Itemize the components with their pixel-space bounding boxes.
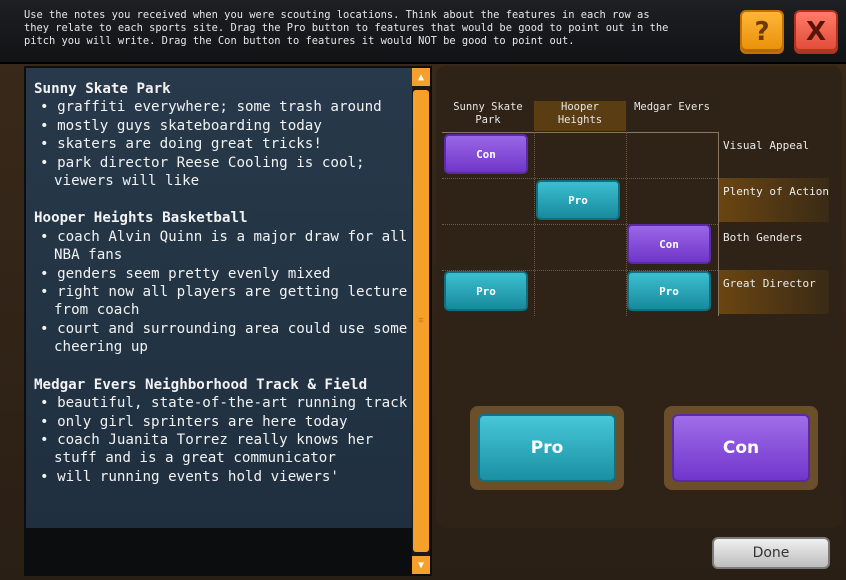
placed-pro-chip[interactable]: Pro [627, 271, 711, 311]
column-header-sunny-skate-park: Sunny Skate Park [453, 101, 523, 126]
con-slot: Con [664, 406, 818, 490]
grid-line [442, 132, 718, 133]
pro-con-board: Sunny Skate Park Hooper Heights Medgar E… [436, 66, 842, 528]
pro-drag-button[interactable]: Pro [478, 414, 616, 482]
notes-scrollbar[interactable]: ▲ ≡ ▼ [412, 68, 430, 574]
note-bullet: • coach Juanita Torrez really knows her … [40, 431, 374, 467]
note-bullet: • skaters are doing great tricks! [40, 136, 322, 153]
done-button[interactable]: Done [712, 537, 830, 569]
note-bullet: • beautiful, state-of-the-art running tr… [40, 395, 408, 412]
question-icon: ? [754, 17, 770, 47]
note-bullet: • coach Alvin Quinn is a major draw for … [40, 228, 408, 264]
placed-pro-chip[interactable]: Pro [536, 180, 620, 220]
placed-pro-chip[interactable]: Pro [444, 271, 528, 311]
row-label-plenty-of-action: Plenty of Action [719, 178, 829, 222]
instructions-text: Use the notes you received when you were… [24, 9, 669, 47]
note-bullet: • park director Reese Cooling is cool; v… [40, 154, 365, 190]
scroll-down-icon[interactable]: ▼ [412, 556, 430, 574]
close-icon: X [805, 17, 827, 47]
row-label-both-genders: Both Genders [723, 231, 803, 244]
scroll-thumb[interactable]: ≡ [413, 90, 429, 552]
row-label-visual-appeal: Visual Appeal [723, 139, 810, 152]
placed-con-chip[interactable]: Con [444, 134, 528, 174]
notes-content[interactable]: Sunny Skate Park • graffiti everywhere; … [26, 68, 412, 528]
instruction-bar: Use the notes you received when you were… [0, 0, 846, 64]
note-bullet: • will running events hold viewers' [40, 468, 339, 485]
scroll-up-icon[interactable]: ▲ [412, 68, 430, 86]
column-header-medgar-evers: Medgar Evers [634, 101, 710, 113]
pro-slot: Pro [470, 406, 624, 490]
row-label-great-director: Great Director [719, 270, 829, 314]
help-button[interactable]: ? [740, 10, 784, 54]
note-bullet: • graffiti everywhere; some trash around [40, 99, 382, 116]
site-title: Medgar Evers Neighborhood Track & Field [34, 376, 368, 393]
site-title: Sunny Skate Park [34, 81, 171, 97]
site-title: Hooper Heights Basketball [34, 210, 248, 227]
note-bullet: • mostly guys skateboarding today [40, 117, 322, 134]
note-bullet: • court and surrounding area could use s… [40, 320, 408, 356]
note-bullet: • only girl sprinters are here today [40, 413, 348, 430]
grid-line [442, 178, 718, 179]
close-button[interactable]: X [794, 10, 838, 54]
column-header-hooper-heights: Hooper Heights [534, 101, 626, 131]
note-bullet: • right now all players are getting lect… [40, 284, 408, 319]
grip-icon: ≡ [418, 316, 424, 326]
notes-panel: Sunny Skate Park • graffiti everywhere; … [24, 66, 432, 576]
placed-con-chip[interactable]: Con [627, 224, 711, 264]
note-bullet: • genders seem pretty evenly mixed [40, 265, 331, 282]
con-drag-button[interactable]: Con [672, 414, 810, 482]
